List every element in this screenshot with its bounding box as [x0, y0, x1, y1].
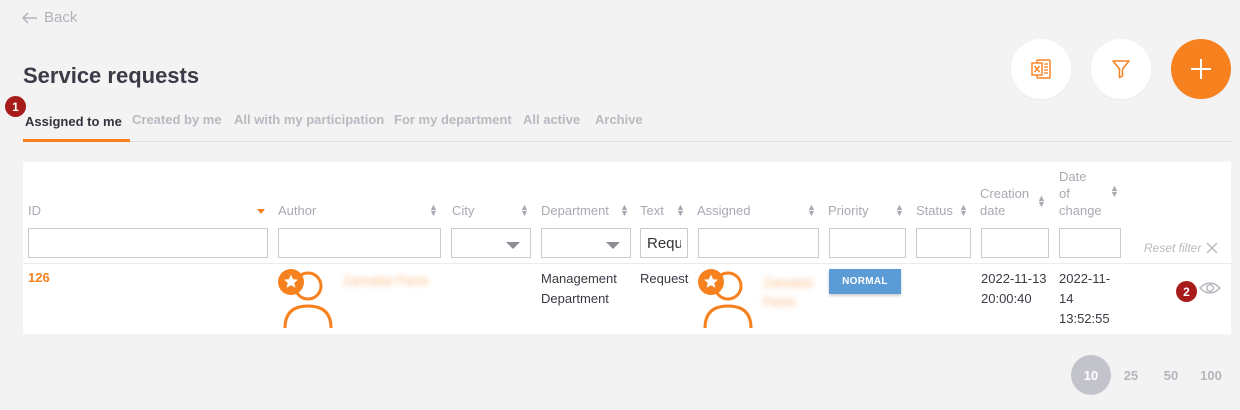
plus-icon: [1191, 59, 1211, 79]
filter-creation-date-input[interactable]: [981, 228, 1049, 258]
back-label: Back: [44, 9, 78, 26]
filter-button[interactable]: [1091, 39, 1151, 99]
tab-all-with-my-participation[interactable]: All with my participation: [234, 112, 384, 127]
sort-desc-icon[interactable]: [257, 209, 265, 214]
column-header-city[interactable]: City: [452, 202, 474, 219]
user-avatar-icon: [278, 269, 333, 328]
filter-assigned-input[interactable]: [698, 228, 819, 258]
department-cell: Management Department: [541, 271, 617, 306]
assigned-name: Zamaitai Panis: [763, 275, 813, 309]
filter-priority-input[interactable]: [829, 228, 906, 258]
author-name: Zamaitai Panis: [343, 273, 429, 288]
sort-status-icon[interactable]: ▲ ▼: [959, 203, 968, 218]
eye-icon[interactable]: [1199, 281, 1221, 295]
sort-priority-icon[interactable]: ▲ ▼: [895, 203, 904, 218]
filter-author-input[interactable]: [278, 228, 441, 258]
filter-id-input[interactable]: [28, 228, 268, 258]
column-header-text[interactable]: Text: [640, 202, 664, 219]
filter-text-input[interactable]: [640, 228, 688, 258]
filter-icon: [1112, 60, 1130, 79]
chevron-down-icon: [506, 242, 520, 249]
user-avatar-icon: [698, 269, 753, 328]
arrow-left-icon: [22, 11, 37, 24]
sort-author-icon[interactable]: ▲ ▼: [429, 203, 438, 218]
creation-date-cell: 2022-11-13 20:00:40: [981, 271, 1047, 306]
sort-assigned-icon[interactable]: ▲ ▼: [807, 203, 816, 218]
step-badge-2: 2: [1176, 281, 1197, 302]
sort-department-icon[interactable]: ▲ ▼: [620, 203, 629, 218]
column-header-department[interactable]: Department: [541, 202, 609, 219]
add-request-button[interactable]: [1171, 39, 1231, 99]
page-title: Service requests: [23, 63, 200, 88]
filter-department-select[interactable]: [541, 228, 631, 258]
requests-table: ID Author ▲ ▼ City ▲ ▼ Department ▲ ▼ Text …: [23, 162, 1231, 334]
page-size-25[interactable]: 25: [1116, 355, 1146, 395]
filter-status-input[interactable]: [916, 228, 971, 258]
step-badge-1: 1: [5, 96, 26, 117]
column-header-priority[interactable]: Priority: [828, 202, 868, 219]
filter-city-select[interactable]: [451, 228, 531, 258]
tab-created-by-me[interactable]: Created by me: [132, 112, 222, 127]
column-header-author[interactable]: Author: [278, 202, 316, 219]
tab-assigned-to-me[interactable]: Assigned to me: [25, 114, 122, 129]
priority-badge: NORMAL: [829, 269, 901, 294]
column-header-change-date[interactable]: Date of change: [1059, 168, 1102, 219]
change-date-cell: 2022-11- 14 13:52:55: [1059, 271, 1111, 326]
page-size-50[interactable]: 50: [1156, 355, 1186, 395]
sort-change-date-icon[interactable]: ▲ ▼: [1110, 184, 1119, 199]
close-icon: [1206, 242, 1218, 254]
sort-creation-date-icon[interactable]: ▲ ▼: [1037, 194, 1046, 209]
tab-archive[interactable]: Archive: [595, 112, 643, 127]
sort-text-icon[interactable]: ▲ ▼: [676, 203, 685, 218]
excel-icon: [1031, 59, 1051, 79]
tab-bar: Assigned to me Created by me All with my…: [23, 103, 1231, 142]
export-excel-button[interactable]: [1011, 39, 1071, 99]
tab-all-active[interactable]: All active: [523, 112, 580, 127]
back-link[interactable]: Back: [22, 9, 77, 26]
column-header-id[interactable]: ID: [28, 202, 41, 219]
sort-city-icon[interactable]: ▲ ▼: [520, 203, 529, 218]
page-size-100[interactable]: 100: [1193, 355, 1229, 395]
reset-filter-button[interactable]: Reset filter: [1144, 241, 1218, 255]
filter-change-date-input[interactable]: [1059, 228, 1121, 258]
column-header-assigned[interactable]: Assigned: [697, 202, 750, 219]
text-cell: Request: [640, 271, 689, 286]
column-header-creation-date[interactable]: Creation date: [980, 185, 1029, 219]
tab-for-my-department[interactable]: For my department: [394, 112, 512, 127]
column-header-status[interactable]: Status: [916, 202, 953, 219]
header-separator: [23, 263, 1231, 264]
chevron-down-icon: [606, 242, 620, 249]
request-id-link[interactable]: 126: [28, 270, 50, 285]
active-tab-indicator: [23, 139, 130, 142]
page-size-10[interactable]: 10: [1071, 355, 1111, 395]
